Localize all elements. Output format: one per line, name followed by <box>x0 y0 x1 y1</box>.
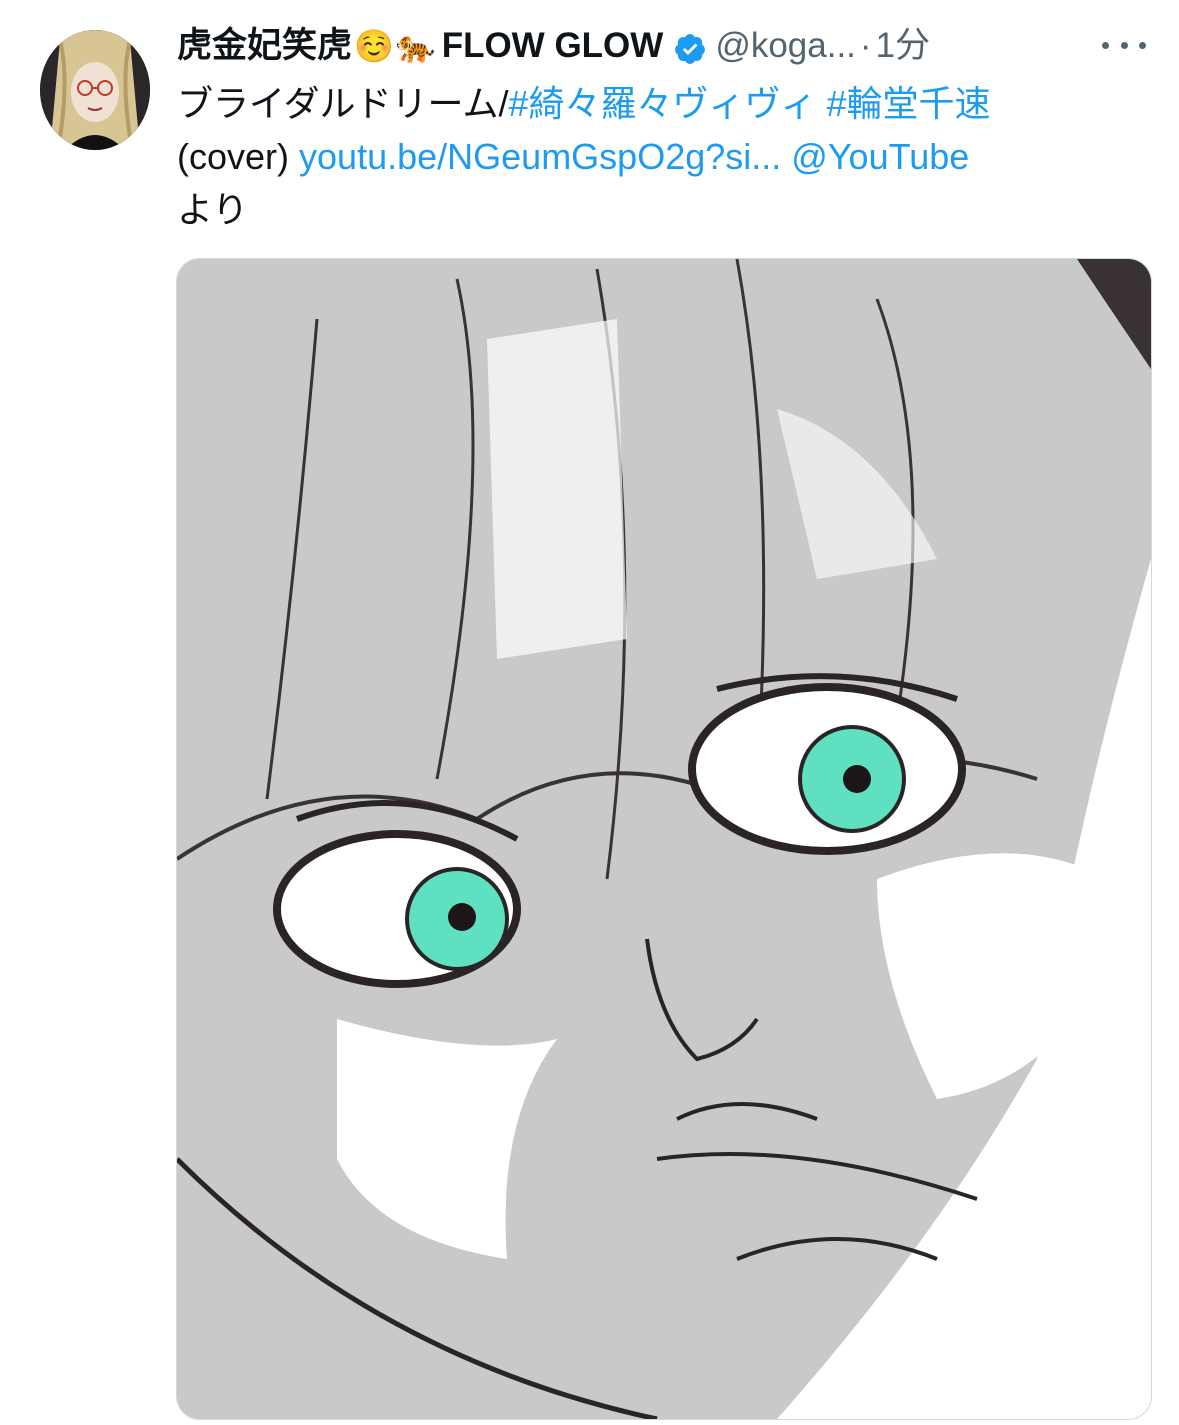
separator-dot: · <box>859 26 872 65</box>
verified-badge-icon <box>673 29 707 64</box>
timestamp[interactable]: 1分 <box>876 20 930 72</box>
more-options-icon[interactable] <box>1102 30 1146 60</box>
tweet-text: ブライダルドリーム/#綺々羅々ヴィヴィ #輪堂千速 (cover) youtu.… <box>177 77 1167 236</box>
avatar-image <box>40 30 150 150</box>
more-dot <box>1102 41 1109 49</box>
tiger-emoji: 🐅 <box>395 28 436 64</box>
hashtag-link[interactable]: #輪堂千速 <box>827 83 991 124</box>
user-handle[interactable]: @koga... <box>715 20 856 72</box>
avatar[interactable] <box>40 30 150 150</box>
display-name-suffix[interactable]: FLOW GLOW <box>442 20 664 72</box>
tweet-text-plain: ブライダルドリーム/ <box>177 83 509 124</box>
tweet-content: 虎金妃笑虎 ☺️ 🐅 FLOW GLOW @koga... · 1分 ブライダル… <box>177 20 1162 236</box>
hashtag-link[interactable]: #綺々羅々ヴィヴィ <box>508 83 816 124</box>
tweet-text-plain: より <box>177 189 249 230</box>
more-dot <box>1120 41 1128 49</box>
more-dot <box>1139 41 1146 49</box>
tweet-media-image[interactable] <box>176 258 1152 1420</box>
mention-link[interactable]: @YouTube <box>791 136 969 177</box>
smiling-face-emoji: ☺️ <box>354 28 394 64</box>
display-name[interactable]: 虎金妃笑虎 <box>177 20 352 72</box>
url-link[interactable]: youtu.be/NGeumGspO2g?si... <box>299 136 781 177</box>
illustration-image <box>177 259 1151 1419</box>
tweet-header: 虎金妃笑虎 ☺️ 🐅 FLOW GLOW @koga... · 1分 <box>177 20 1162 72</box>
tweet-text-plain: (cover) <box>177 136 290 177</box>
